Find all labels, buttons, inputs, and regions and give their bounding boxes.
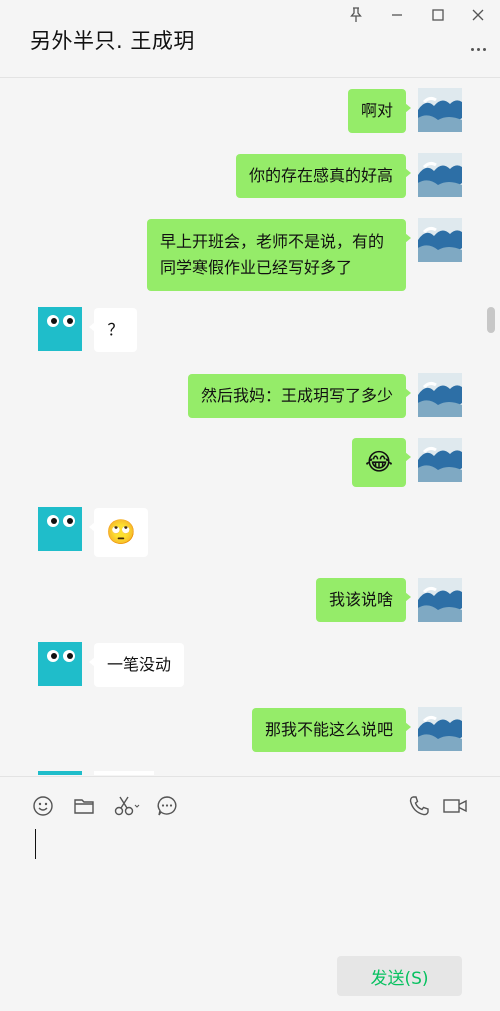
chat-header: 另外半只. 王成玥: [0, 0, 500, 78]
minimize-button[interactable]: [384, 4, 410, 26]
self-avatar[interactable]: [418, 218, 462, 262]
self-avatar[interactable]: [418, 707, 462, 751]
chat-title: 另外半只. 王成玥: [30, 29, 195, 53]
voice-call-button[interactable]: [406, 793, 432, 819]
emoji-message-bubble[interactable]: 🙄: [89, 508, 148, 557]
self-avatar[interactable]: [418, 373, 462, 417]
message-bubble[interactable]: 那我不能这么说吧: [251, 708, 412, 752]
message-bubble[interactable]: 我该说啥: [315, 578, 412, 622]
self-avatar[interactable]: [418, 88, 462, 132]
message-bubble-partial: [94, 771, 154, 775]
emoji-button[interactable]: [30, 793, 56, 819]
chat-window: 另外半只. 王成玥 啊对 你的存在感真的好高 早上开班会，老师不是说，有的同学寒…: [0, 0, 500, 1011]
message-bubble[interactable]: 你的存在感真的好高: [235, 154, 412, 198]
contact-avatar: [38, 771, 82, 775]
input-toolbar: [0, 776, 500, 832]
more-options-button[interactable]: [466, 40, 490, 58]
send-file-button[interactable]: [71, 793, 97, 819]
send-button[interactable]: 发送(S): [337, 956, 462, 996]
chat-scrollbar[interactable]: [487, 307, 495, 333]
contact-avatar[interactable]: [38, 642, 82, 686]
message-bubble[interactable]: 啊对: [347, 89, 412, 133]
self-avatar[interactable]: [418, 578, 462, 622]
close-icon: [472, 9, 484, 21]
message-bubble[interactable]: 一笔没动: [88, 643, 185, 687]
message-bubble[interactable]: 早上开班会，老师不是说，有的同学寒假作业已经写好多了: [147, 219, 411, 291]
chat-history-button[interactable]: [154, 793, 180, 819]
contact-avatar[interactable]: [38, 507, 82, 551]
message-input[interactable]: [24, 826, 476, 946]
phone-icon: [409, 796, 429, 816]
message-list[interactable]: 啊对 你的存在感真的好高 早上开班会，老师不是说，有的同学寒假作业已经写好多了 …: [0, 79, 500, 775]
minimize-icon: [392, 14, 402, 16]
self-avatar[interactable]: [418, 438, 462, 482]
message-bubble[interactable]: ？: [89, 308, 137, 352]
emoji-message-bubble[interactable]: 😂: [352, 438, 411, 487]
maximize-button[interactable]: [425, 4, 451, 26]
screenshot-button[interactable]: [112, 793, 142, 819]
maximize-icon: [432, 9, 444, 21]
video-call-button[interactable]: [441, 793, 469, 819]
scissors-icon: [114, 796, 140, 816]
more-options-icon: [470, 47, 474, 51]
pin-button[interactable]: [343, 4, 369, 26]
close-button[interactable]: [465, 4, 491, 26]
self-avatar[interactable]: [418, 153, 462, 197]
text-caret: [35, 829, 36, 859]
folder-icon: [74, 799, 94, 814]
contact-avatar[interactable]: [38, 307, 82, 351]
emoji-icon: [33, 796, 53, 816]
pin-icon: [350, 7, 362, 22]
message-bubble[interactable]: 然后我妈：王成玥写了多少: [187, 374, 412, 418]
chat-bubble-icon: [157, 796, 177, 816]
video-camera-icon: [443, 799, 467, 813]
